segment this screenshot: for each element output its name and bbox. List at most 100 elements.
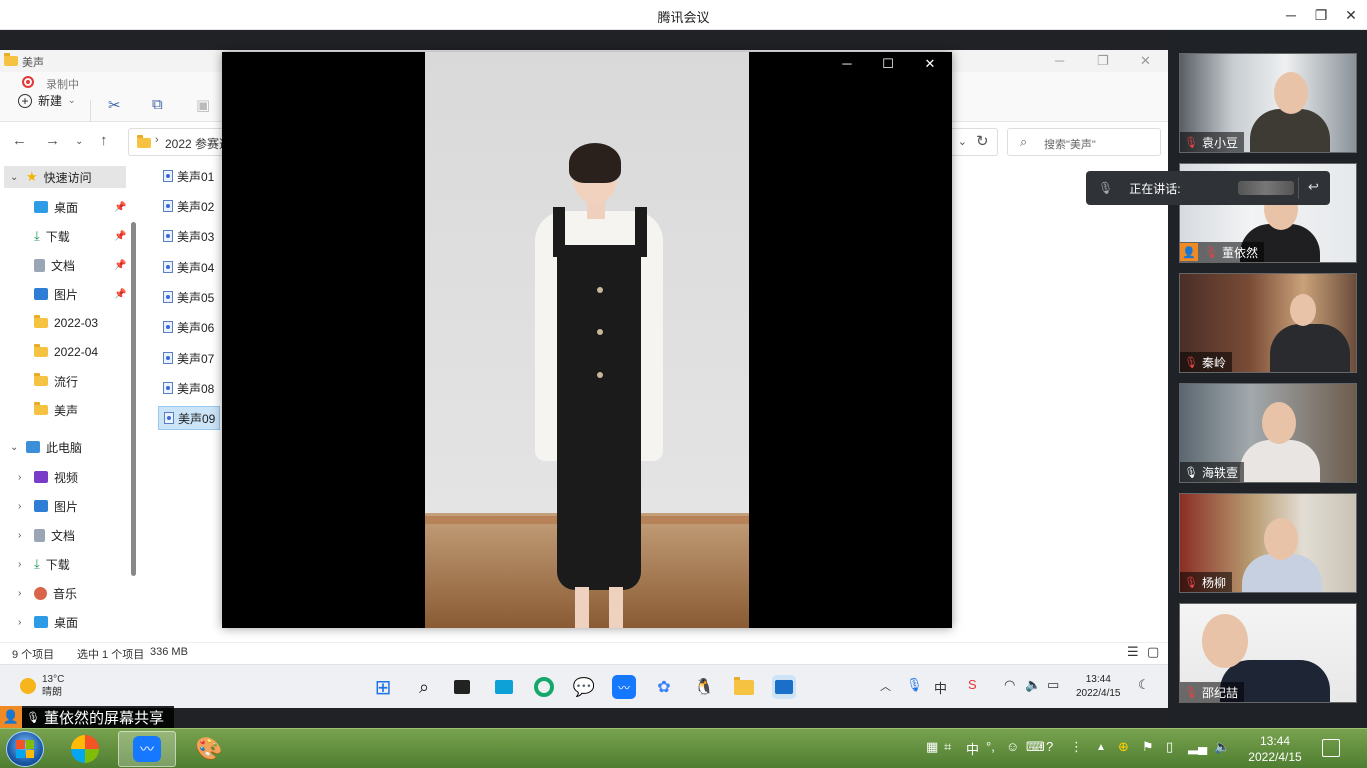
- participant-name: 袁小豆: [1201, 135, 1238, 150]
- cut-icon[interactable]: ✂: [108, 96, 121, 114]
- video-close-icon[interactable]: ✕: [917, 56, 943, 72]
- sidebar-item-videos[interactable]: › 视频: [18, 466, 126, 488]
- sogou-icon[interactable]: S: [968, 677, 977, 692]
- search-input[interactable]: ⌕ 搜索"美声": [1007, 128, 1161, 156]
- wifi-icon[interactable]: ◠: [1004, 677, 1015, 693]
- sidebar-item-documents[interactable]: 文档 📌: [34, 254, 130, 276]
- search-icon[interactable]: ⌕: [412, 675, 436, 699]
- sidebar-item-2022-04[interactable]: 2022-04: [34, 341, 130, 363]
- host-clock[interactable]: 13:44 2022/4/15: [1240, 733, 1310, 765]
- forward-icon[interactable]: →: [45, 132, 60, 149]
- participant-panel: 🎙 袁小豆 👤 🎙 董依然 🎙 秦岭 🎙 海轶壹 🎙 杨柳 🎙 邵纪喆: [1168, 30, 1367, 728]
- up-icon[interactable]: ↑: [100, 132, 108, 149]
- participant-tile[interactable]: 🎙 秦岭: [1179, 273, 1357, 373]
- sidebar-item-this-pc[interactable]: ⌄ 此电脑: [4, 436, 126, 458]
- participant-tile[interactable]: 🎙 邵纪喆: [1179, 603, 1357, 703]
- file-explorer-icon[interactable]: [732, 675, 756, 699]
- media-player-icon[interactable]: [772, 675, 796, 699]
- sidebar-item-pop[interactable]: 流行: [34, 370, 130, 392]
- sidebar-item-desktop[interactable]: 桌面 📌: [34, 196, 130, 218]
- sidebar-item-downloads[interactable]: ⤓ 下载 📌: [34, 225, 130, 247]
- collapse-icon[interactable]: ↩: [1308, 179, 1319, 195]
- participant-tile[interactable]: 🎙 袁小豆: [1179, 53, 1357, 153]
- explorer-close-icon[interactable]: ✕: [1140, 53, 1151, 69]
- task-view-icon[interactable]: [450, 675, 474, 699]
- participant-tile[interactable]: 🎙 杨柳: [1179, 493, 1357, 593]
- battery-icon[interactable]: ▭: [1047, 677, 1059, 693]
- tray-network-icon[interactable]: ▂▄: [1188, 739, 1207, 755]
- sidebar-item-2022-03[interactable]: 2022-03: [34, 312, 130, 334]
- cloud-app-icon[interactable]: ✿: [652, 675, 676, 699]
- copy-icon[interactable]: ⧉: [152, 96, 163, 113]
- restore-icon[interactable]: ❐: [1308, 3, 1334, 27]
- list-item[interactable]: 美声02: [158, 194, 220, 218]
- tray-settings-icon[interactable]: ⋮: [1070, 739, 1083, 755]
- tray-punct-icon[interactable]: °,: [986, 739, 995, 754]
- volume-icon[interactable]: 🔈: [1025, 677, 1041, 693]
- browser-icon[interactable]: [532, 675, 556, 699]
- tray-ime-indicator[interactable]: 中: [966, 739, 979, 758]
- weather-widget[interactable]: 13°C 晴朗: [20, 673, 64, 699]
- sidebar-item-bel-canto[interactable]: 美声: [34, 399, 130, 421]
- focus-moon-icon[interactable]: ☾: [1138, 677, 1150, 693]
- taskbar-paint-button[interactable]: 🎨: [180, 731, 238, 767]
- minimize-icon[interactable]: ─: [1278, 3, 1304, 27]
- tencent-meeting-icon[interactable]: 〰: [612, 675, 636, 699]
- wechat-icon[interactable]: 💬: [572, 675, 596, 699]
- windows-start-icon[interactable]: ⊞: [371, 675, 395, 699]
- sidebar-item-pc-pictures[interactable]: › 图片: [18, 495, 126, 517]
- sidebar-item-label: 2022-04: [54, 345, 99, 359]
- tray-emoji-icon[interactable]: ☺: [1006, 739, 1019, 754]
- tray-add-icon[interactable]: ⊕: [1118, 739, 1129, 755]
- taskbar-tencent-meeting-button[interactable]: 〰: [118, 731, 176, 767]
- taskbar-clock[interactable]: 13:44 2022/4/15: [1076, 673, 1121, 701]
- details-view-icon[interactable]: ☰: [1127, 644, 1139, 660]
- qq-icon[interactable]: 🐧: [692, 675, 716, 699]
- microphone-icon[interactable]: 🎙: [906, 677, 923, 693]
- new-button[interactable]: + 新建 ⌄: [18, 92, 76, 109]
- tray-help-icon[interactable]: ?: [1046, 739, 1053, 754]
- list-item[interactable]: 美声04: [158, 255, 220, 279]
- taskbar-app-color-icon[interactable]: [56, 731, 114, 767]
- tray-action-center-icon[interactable]: ⚑: [1142, 739, 1154, 755]
- desktop-app-icon[interactable]: [492, 675, 516, 699]
- tencent-meeting-icon: 〰: [133, 736, 161, 762]
- tray-expand-icon[interactable]: ▲: [1096, 742, 1106, 753]
- chevron-up-icon[interactable]: ︿: [880, 678, 891, 694]
- start-button[interactable]: [6, 731, 44, 767]
- list-item-selected[interactable]: 美声09: [158, 406, 220, 430]
- meeting-titlebar: 腾讯会议 ─ ❐ ✕: [0, 0, 1367, 30]
- refresh-icon[interactable]: ↻: [976, 132, 989, 150]
- tray-input-icon[interactable]: ⌗: [944, 739, 951, 755]
- recent-chevron-icon[interactable]: ⌄: [75, 136, 83, 147]
- notification-icon[interactable]: [1322, 739, 1340, 757]
- close-icon[interactable]: ✕: [1338, 3, 1364, 27]
- paste-icon[interactable]: ▣: [196, 96, 210, 114]
- sidebar-item-pc-documents[interactable]: › 文档: [18, 524, 126, 546]
- sidebar-item-pc-downloads[interactable]: › ⤓ 下载: [18, 553, 126, 575]
- list-item[interactable]: 美声07: [158, 346, 220, 370]
- explorer-minimize-icon[interactable]: ─: [1055, 53, 1064, 68]
- tray-battery-icon[interactable]: ▯: [1166, 739, 1173, 755]
- list-item[interactable]: 美声06: [158, 315, 220, 339]
- sidebar-scrollbar[interactable]: [131, 222, 136, 576]
- list-item[interactable]: 美声05: [158, 285, 220, 309]
- tray-volume-icon[interactable]: 🔈: [1214, 739, 1230, 755]
- back-icon[interactable]: ←: [12, 132, 27, 149]
- explorer-restore-icon[interactable]: ❐: [1097, 53, 1109, 69]
- participant-tile[interactable]: 🎙 海轶壹: [1179, 383, 1357, 483]
- video-maximize-icon[interactable]: ☐: [875, 56, 901, 72]
- sidebar-item-quick-access[interactable]: ⌄ ★ 快速访问: [4, 166, 126, 188]
- list-item[interactable]: 美声08: [158, 376, 220, 400]
- sidebar-item-pictures[interactable]: 图片 📌: [34, 283, 130, 305]
- tiles-view-icon[interactable]: ▢: [1147, 644, 1159, 660]
- tray-keyboard-icon[interactable]: ▦: [926, 739, 938, 755]
- sidebar-item-music[interactable]: › 音乐: [18, 582, 126, 604]
- sidebar-item-pc-desktop[interactable]: › 桌面: [18, 611, 126, 633]
- list-item[interactable]: 美声01: [158, 164, 220, 188]
- list-item[interactable]: 美声03: [158, 224, 220, 248]
- address-dropdown-icon[interactable]: ⌄: [958, 135, 967, 148]
- ime-indicator[interactable]: 中: [934, 678, 947, 697]
- tray-keyboard2-icon[interactable]: ⌨: [1026, 739, 1045, 755]
- video-minimize-icon[interactable]: ─: [834, 56, 860, 71]
